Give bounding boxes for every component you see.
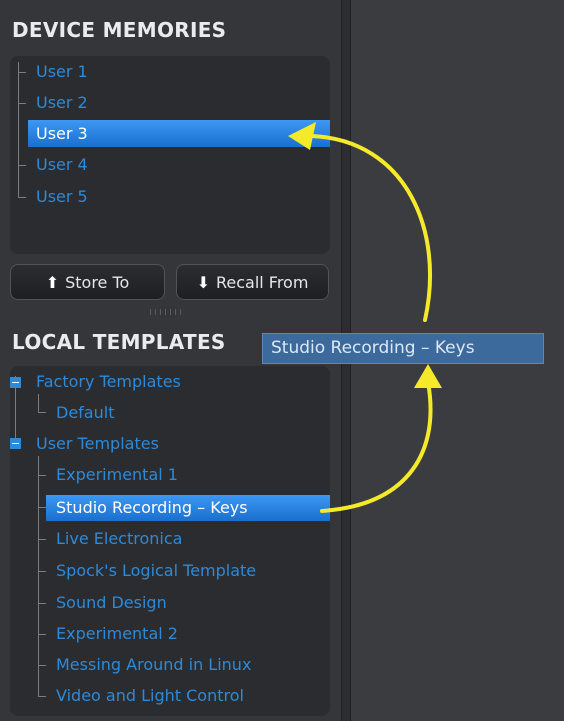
arrowhead-icon: [414, 364, 442, 388]
arrow-to-user-3-path: [310, 134, 433, 322]
annotation-arrows: [288, 122, 442, 513]
arrow-to-drag-label-path: [320, 380, 433, 513]
arrowhead-icon: [288, 122, 316, 150]
